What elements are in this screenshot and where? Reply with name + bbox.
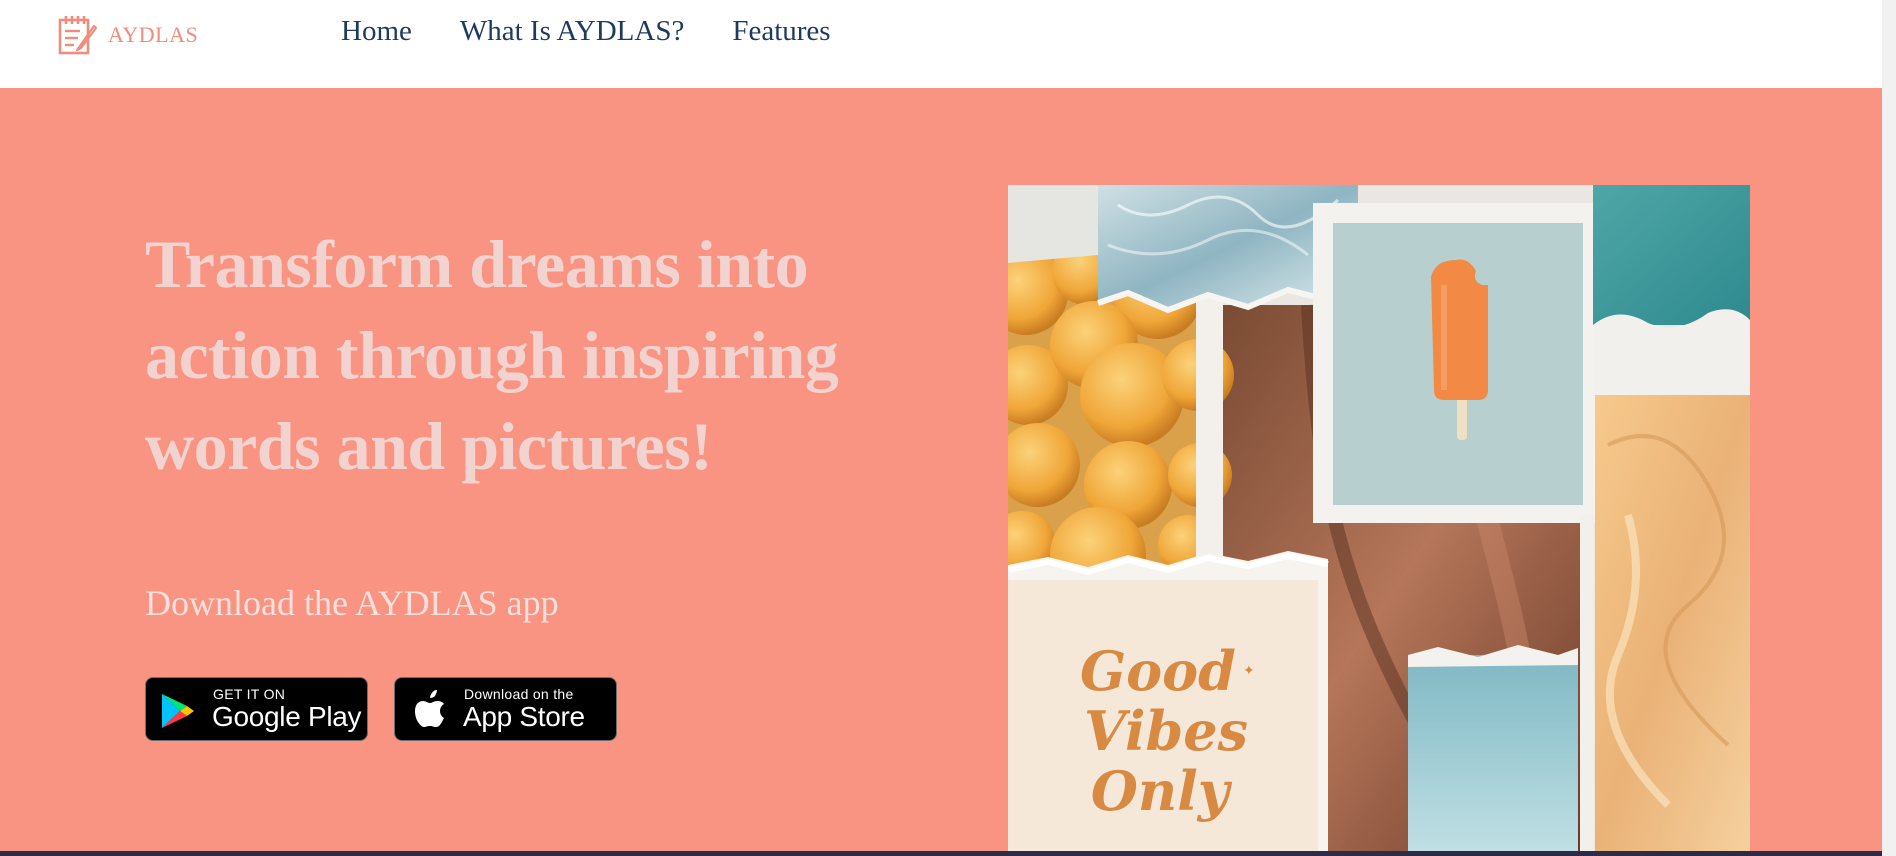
google-play-small-text: GET IT ON bbox=[213, 686, 286, 702]
nav-links: Home What Is AYDLAS? Features bbox=[341, 15, 831, 48]
collage-word-1: Good bbox=[1080, 639, 1236, 703]
app-store-large-text: App Store bbox=[463, 701, 585, 732]
collage-word-2: Vibes bbox=[1084, 699, 1248, 763]
svg-text:✦: ✦ bbox=[1243, 663, 1255, 679]
hero-subheading: Download the AYDLAS app bbox=[145, 583, 559, 623]
nav-link-what-is-aydlas[interactable]: What Is AYDLAS? bbox=[460, 15, 684, 48]
collage-word-3: Only bbox=[1091, 759, 1233, 823]
nav-link-features[interactable]: Features bbox=[732, 15, 830, 48]
hero-headline: Transform dreams into action through ins… bbox=[145, 226, 839, 484]
notepad-pencil-icon bbox=[58, 16, 98, 55]
google-play-large-text: Google Play bbox=[212, 701, 362, 732]
top-nav: AYDLAS Home What Is AYDLAS? Features bbox=[0, 0, 1896, 88]
app-store-small-text: Download on the bbox=[464, 686, 574, 702]
page-scrollbar[interactable] bbox=[1882, 0, 1896, 856]
google-play-button[interactable]: GET IT ON Google Play bbox=[145, 677, 368, 741]
brand-name: AYDLAS bbox=[108, 22, 199, 47]
nav-link-home[interactable]: Home bbox=[341, 15, 412, 48]
footer-edge bbox=[0, 851, 1882, 856]
brand-logo[interactable]: AYDLAS bbox=[58, 14, 198, 56]
svg-text:✦: ✦ bbox=[1103, 734, 1113, 748]
collage-illustration: rect Good Vibes Only ✦ ✦ bbox=[1008, 185, 1750, 851]
google-play-icon bbox=[162, 694, 194, 728]
app-store-button[interactable]: Download on the App Store bbox=[394, 677, 617, 741]
apple-icon bbox=[415, 690, 444, 727]
mood-collage-image: rect Good Vibes Only ✦ ✦ bbox=[1008, 185, 1750, 851]
